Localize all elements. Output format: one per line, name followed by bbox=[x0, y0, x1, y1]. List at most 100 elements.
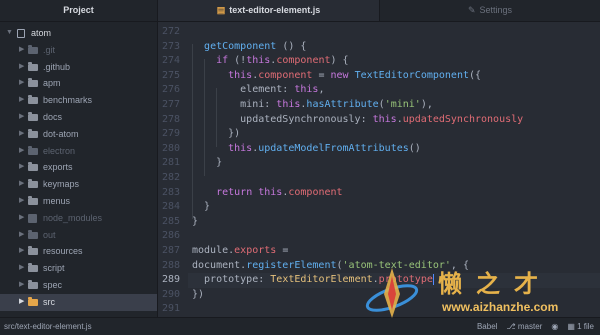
folder-icon bbox=[28, 246, 38, 256]
tree-item-label: dot-atom bbox=[43, 128, 79, 139]
tree-item[interactable]: ▶ docs bbox=[0, 109, 157, 126]
code-line[interactable]: 277 mini: this.hasAttribute('mini'), bbox=[158, 98, 600, 113]
chevron-right-icon: ▶ bbox=[19, 297, 25, 305]
code-line[interactable]: 276 element: this, bbox=[158, 83, 600, 98]
code-line[interactable]: 282 bbox=[158, 171, 600, 186]
tree-item[interactable]: ▶ script bbox=[0, 260, 157, 277]
code-text: this.component = new TextEditorComponent… bbox=[228, 69, 482, 81]
code-line[interactable]: 285} bbox=[158, 215, 600, 230]
line-number: 291 bbox=[161, 303, 180, 315]
chevron-right-icon: ▶ bbox=[19, 129, 25, 137]
folder-icon bbox=[28, 279, 38, 289]
line-number: 278 bbox=[161, 113, 180, 125]
line-number: 283 bbox=[161, 186, 180, 198]
tree-item[interactable]: ▶ keymaps bbox=[0, 176, 157, 193]
tree-item[interactable]: ▶ menus bbox=[0, 193, 157, 210]
line-number: 288 bbox=[161, 259, 180, 271]
line-number: 275 bbox=[161, 69, 180, 81]
code-text: }) bbox=[192, 288, 205, 300]
tab-bar: ▤ text-editor-element.js ✎ Settings bbox=[158, 0, 600, 22]
tab-text-editor-element[interactable]: ▤ text-editor-element.js bbox=[158, 0, 380, 21]
chevron-right-icon: ▶ bbox=[19, 112, 25, 120]
tree-item[interactable]: ▶ apm bbox=[0, 75, 157, 92]
code-text: if (!this.component) { bbox=[216, 55, 349, 67]
code-text: getComponent () { bbox=[204, 40, 307, 52]
project-root-label: atom bbox=[31, 28, 52, 38]
folder-icon bbox=[28, 44, 38, 54]
folder-icon bbox=[28, 213, 37, 223]
folder-icon bbox=[28, 195, 38, 205]
code-text: }) bbox=[192, 128, 241, 140]
tree-item[interactable]: ▶ electron bbox=[0, 143, 157, 160]
tree-view: Project ▼ atom ▶ .git ▶ .github ▶ apm ▶ benchma… bbox=[0, 0, 158, 317]
tree-item[interactable]: ▶ dot-atom bbox=[0, 126, 157, 143]
tree-item[interactable]: ▶ .git bbox=[0, 42, 157, 59]
folder-icon bbox=[28, 263, 38, 273]
tree-item-label: out bbox=[43, 229, 56, 240]
tree-item-label: electron bbox=[43, 145, 76, 156]
code-line[interactable]: 274 if (!this.component) { bbox=[158, 54, 600, 69]
tree-item[interactable]: ▶ node_modules bbox=[0, 210, 157, 227]
tree-item[interactable]: ▶ src bbox=[0, 293, 157, 311]
tree-item-label: docs bbox=[43, 111, 63, 122]
line-number: 279 bbox=[161, 128, 180, 140]
code-line[interactable]: 281 } bbox=[158, 156, 600, 171]
chevron-right-icon: ▶ bbox=[19, 264, 25, 272]
chevron-right-icon: ▶ bbox=[19, 230, 25, 238]
code-text: } bbox=[192, 201, 211, 213]
code-line[interactable]: 275 this.component = new TextEditorCompo… bbox=[158, 69, 600, 84]
line-number: 287 bbox=[161, 245, 180, 256]
code-text: updatedSynchronously: this.updatedSynchr… bbox=[192, 113, 524, 125]
code-text: this.updateModelFromAttributes() bbox=[228, 142, 421, 154]
tree-item-label: apm bbox=[43, 78, 61, 89]
chevron-right-icon: ▶ bbox=[19, 180, 25, 188]
code-line[interactable]: 278 updatedSynchronously: this.updatedSy… bbox=[158, 113, 600, 128]
code-line[interactable]: 272 bbox=[158, 25, 600, 40]
repo-icon bbox=[17, 29, 25, 38]
tree-item-label: .github bbox=[43, 61, 71, 72]
file-tree: ▼ atom ▶ .git ▶ .github ▶ apm ▶ benchmarks ▶ docs… bbox=[0, 22, 157, 311]
folder-icon bbox=[28, 162, 38, 172]
chevron-right-icon: ▶ bbox=[19, 280, 25, 288]
chevron-right-icon: ▶ bbox=[19, 213, 25, 221]
chevron-right-icon: ▶ bbox=[19, 196, 25, 204]
code-line[interactable]: 287 module.exports = bbox=[158, 244, 600, 259]
tab-settings[interactable]: ✎ Settings bbox=[380, 0, 600, 21]
chevron-down-icon: ▼ bbox=[6, 29, 13, 36]
line-number: 290 bbox=[161, 288, 180, 300]
code-text: mini: this.hasAttribute('mini'), bbox=[192, 99, 433, 110]
code-line[interactable]: 284 } bbox=[158, 200, 600, 215]
code-line[interactable]: 283 return this.component bbox=[158, 186, 600, 201]
tree-item-label: .git bbox=[43, 44, 56, 55]
atom-window: Project ▼ atom ▶ .git ▶ .github ▶ apm ▶ benchma… bbox=[0, 0, 600, 335]
code-line[interactable]: 279 }) bbox=[158, 127, 600, 142]
code-line[interactable]: 273 getComponent () { bbox=[158, 40, 600, 55]
line-number: 280 bbox=[161, 142, 180, 154]
tree-item-label: benchmarks bbox=[43, 95, 93, 106]
tree-item[interactable]: ▶ spec bbox=[0, 277, 157, 294]
tree-item-label: menus bbox=[43, 195, 71, 206]
tree-item[interactable]: ▶ out bbox=[0, 227, 157, 244]
folder-icon bbox=[28, 296, 38, 306]
line-number: 286 bbox=[161, 230, 180, 242]
code-line[interactable]: 280 this.updateModelFromAttributes() bbox=[158, 142, 600, 157]
file-code-icon: ▤ bbox=[216, 5, 226, 15]
line-number: 277 bbox=[161, 99, 180, 110]
project-root[interactable]: ▼ atom bbox=[0, 25, 157, 42]
tree-item[interactable]: ▶ resources bbox=[0, 243, 157, 260]
line-number: 282 bbox=[161, 172, 180, 183]
status-file-path[interactable]: src/text-editor-element.js bbox=[4, 322, 92, 331]
code-line[interactable]: 286 bbox=[158, 229, 600, 244]
chevron-right-icon: ▶ bbox=[19, 45, 25, 53]
line-number: 272 bbox=[161, 26, 180, 37]
folder-icon bbox=[28, 179, 38, 189]
folder-icon bbox=[28, 95, 38, 105]
code-text: } bbox=[192, 215, 199, 227]
line-number: 273 bbox=[161, 40, 180, 52]
tree-item-label: node_modules bbox=[43, 212, 103, 223]
tree-item[interactable]: ▶ benchmarks bbox=[0, 92, 157, 109]
tree-item[interactable]: ▶ .github bbox=[0, 59, 157, 76]
folder-icon bbox=[28, 111, 38, 121]
tree-item[interactable]: ▶ exports bbox=[0, 159, 157, 176]
line-number: 276 bbox=[161, 84, 180, 96]
